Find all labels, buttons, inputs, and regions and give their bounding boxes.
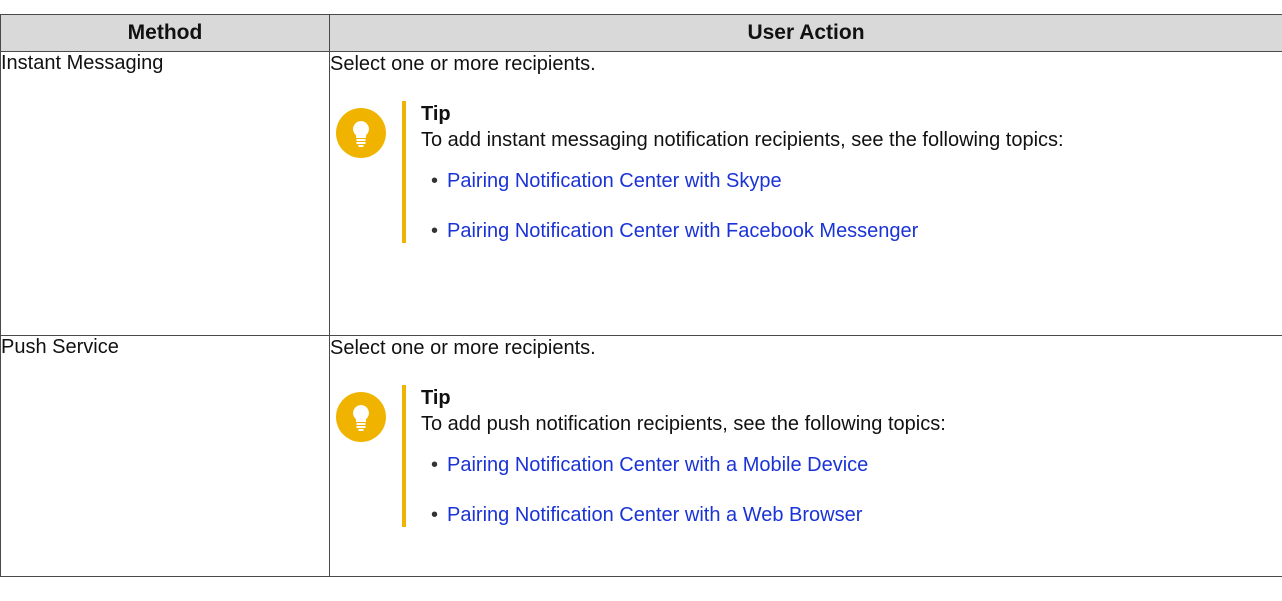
- bullet-icon: •: [431, 504, 439, 526]
- bullet-icon: •: [431, 220, 439, 242]
- column-header-user-action: User Action: [329, 14, 1282, 52]
- tip-title: Tip: [421, 103, 451, 125]
- link-pairing-web-browser[interactable]: Pairing Notification Center with a Web B…: [447, 504, 862, 526]
- lightbulb-icon: [336, 392, 386, 442]
- method-cell: Push Service: [0, 335, 330, 577]
- tip-body: Tip To add push notification recipients,…: [406, 385, 946, 527]
- tip-box: Tip To add push notification recipients,…: [336, 385, 1282, 527]
- bullet-icon: •: [431, 454, 439, 476]
- tip-text: To add push notification recipients, see…: [421, 413, 946, 435]
- link-pairing-skype[interactable]: Pairing Notification Center with Skype: [447, 170, 782, 192]
- method-cell: Instant Messaging: [0, 51, 330, 336]
- table-row: Push Service Select one or more recipien…: [0, 335, 1282, 577]
- bullet-icon: •: [431, 170, 439, 192]
- tip-text: To add instant messaging notification re…: [421, 129, 1064, 151]
- list-item: • Pairing Notification Center with Skype: [431, 169, 1064, 193]
- list-item: • Pairing Notification Center with a Web …: [431, 503, 946, 527]
- column-header-method: Method: [0, 14, 330, 52]
- tip-title: Tip: [421, 387, 451, 409]
- lightbulb-icon: [336, 108, 386, 158]
- tip-link-list: • Pairing Notification Center with Skype …: [421, 169, 1064, 243]
- tip-link-list: • Pairing Notification Center with a Mobi…: [421, 453, 946, 527]
- method-table: Method User Action Instant Messaging Sel…: [0, 14, 1282, 577]
- tip-box: Tip To add instant messaging notificatio…: [336, 101, 1282, 243]
- action-cell: Select one or more recipients. Tip To ad…: [329, 335, 1282, 577]
- link-pairing-mobile-device[interactable]: Pairing Notification Center with a Mobil…: [447, 454, 868, 476]
- list-item: • Pairing Notification Center with a Mobi…: [431, 453, 946, 477]
- tip-body: Tip To add instant messaging notificatio…: [406, 101, 1064, 243]
- action-text: Select one or more recipients.: [330, 53, 596, 75]
- table-header-row: Method User Action: [0, 14, 1282, 52]
- link-pairing-facebook-messenger[interactable]: Pairing Notification Center with Faceboo…: [447, 220, 918, 242]
- action-cell: Select one or more recipients. Tip To ad…: [329, 51, 1282, 336]
- list-item: • Pairing Notification Center with Facebo…: [431, 219, 1064, 243]
- table-row: Instant Messaging Select one or more rec…: [0, 51, 1282, 336]
- action-text: Select one or more recipients.: [330, 337, 596, 359]
